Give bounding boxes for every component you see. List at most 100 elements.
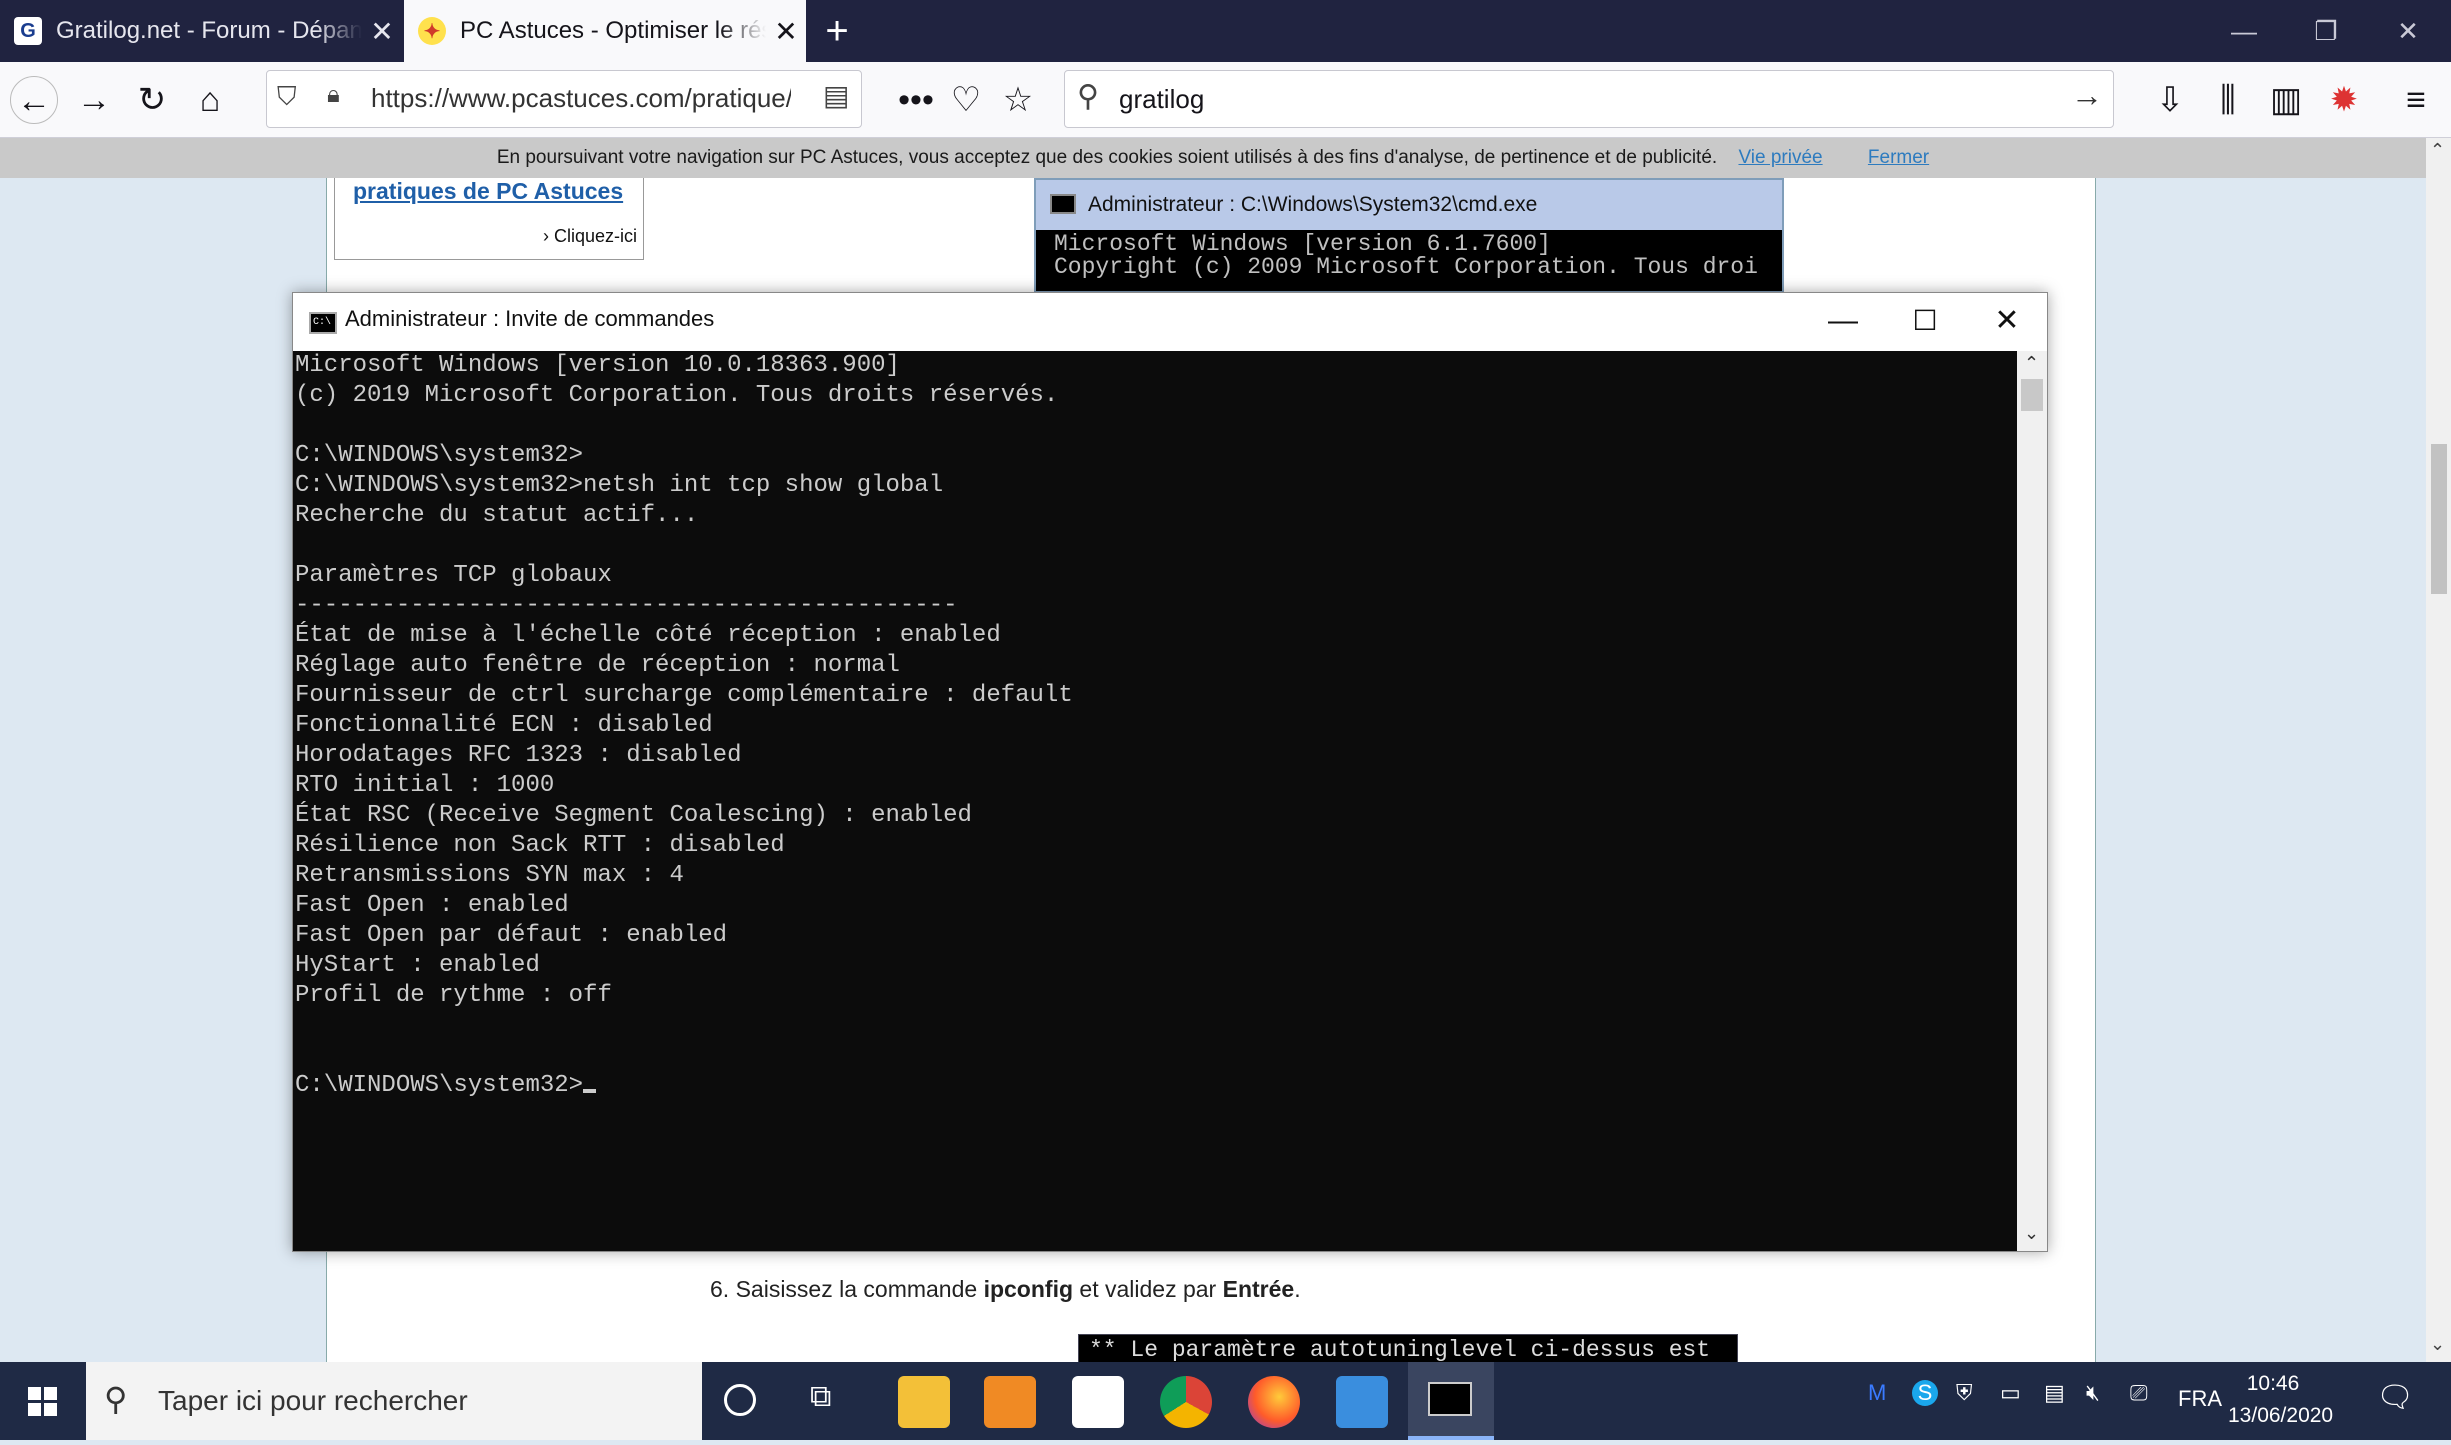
command-prompt-window[interactable]: C:\ Administrateur : Invite de commandes… bbox=[292, 292, 2048, 1252]
note-screenshot: ** Le paramètre autotuninglevel ci-dessu… bbox=[1078, 1334, 1738, 1364]
page-scroll-thumb[interactable] bbox=[2431, 444, 2447, 594]
back-icon[interactable]: ← bbox=[10, 76, 58, 124]
taskbar-search-input[interactable]: Taper ici pour rechercher bbox=[158, 1385, 468, 1417]
step-text: . bbox=[1294, 1276, 1301, 1302]
firefox-icon[interactable] bbox=[1248, 1376, 1300, 1428]
cmd-icon: C:\ bbox=[309, 312, 337, 334]
maximize-icon[interactable]: ☐ bbox=[1885, 293, 1965, 349]
tab-title: Gratilog.net - Forum - Dépanna bbox=[56, 17, 362, 44]
task-view-icon[interactable]: ⧉ bbox=[810, 1380, 831, 1414]
cortana-icon[interactable] bbox=[724, 1384, 756, 1416]
page-scrollbar[interactable]: ⌃ ⌄ bbox=[2426, 138, 2451, 1362]
pocket-icon[interactable]: ♡ bbox=[942, 76, 990, 124]
note-text: ** Le paramètre autotuninglevel ci-dessu… bbox=[1089, 1337, 1711, 1363]
network-icon[interactable]: ⎚ bbox=[2130, 1380, 2148, 1406]
go-arrow-icon[interactable]: → bbox=[2071, 77, 2103, 114]
start-button[interactable] bbox=[0, 1362, 86, 1440]
tab-gratilog[interactable]: G Gratilog.net - Forum - Dépanna ✕ bbox=[0, 0, 402, 62]
scroll-down-icon[interactable]: ⌄ bbox=[2024, 1223, 2039, 1244]
close-browser-icon[interactable]: ✕ bbox=[2368, 0, 2448, 62]
page-actions-icon[interactable]: ••• bbox=[892, 76, 940, 124]
read-more-label: Cliquez-ici bbox=[553, 226, 637, 246]
clock[interactable]: 10:46 13/06/2020 bbox=[2228, 1368, 2334, 1432]
volume-muted-icon[interactable]: 🔇︎ bbox=[2086, 1380, 2100, 1406]
step-key: Entrée bbox=[1222, 1276, 1295, 1302]
minimize-icon[interactable]: — bbox=[1803, 293, 1883, 349]
close-tab-icon[interactable]: ✕ bbox=[362, 15, 402, 48]
promo-box: pratiques de PC Astuces › Cliquez-ici bbox=[334, 178, 644, 260]
forward-icon[interactable]: → bbox=[70, 76, 118, 124]
gratilog-favicon-icon: G bbox=[14, 17, 42, 45]
notifications-icon[interactable]: 🗨︎ bbox=[2376, 1380, 2414, 1415]
console-scroll-thumb[interactable] bbox=[2021, 379, 2043, 411]
clock-date: 13/06/2020 bbox=[2228, 1404, 2334, 1427]
taskbar: ⚲ Taper ici pour rechercher ⧉ M S ⛨ ▭ ▤ … bbox=[0, 1362, 2451, 1440]
store-icon[interactable] bbox=[1072, 1376, 1124, 1428]
tab-title: PC Astuces - Optimiser le résea bbox=[460, 17, 766, 44]
shield-icon[interactable]: ⛉ bbox=[277, 81, 297, 113]
search-bar[interactable]: ⚲ gratilog → bbox=[1064, 70, 2114, 128]
navigation-toolbar: ← → ↻ ⌂ ⛉ 🔒︎ https://www.pcastuces.com/p… bbox=[0, 62, 2451, 138]
taskbar-search[interactable]: ⚲ Taper ici pour rechercher bbox=[86, 1362, 702, 1440]
close-cookie-link[interactable]: Fermer bbox=[1868, 147, 1929, 168]
close-tab-icon[interactable]: ✕ bbox=[766, 15, 806, 48]
search-input[interactable]: gratilog bbox=[1119, 84, 1204, 115]
new-tab-icon[interactable]: + bbox=[812, 6, 862, 56]
promo-link[interactable]: pratiques de PC Astuces bbox=[353, 178, 623, 205]
pcastuces-favicon-icon: ✦ bbox=[418, 17, 446, 45]
close-icon[interactable]: ✕ bbox=[1967, 293, 2047, 349]
cmd-icon bbox=[1428, 1382, 1472, 1416]
console-scrollbar[interactable]: ⌃ ⌄ bbox=[2017, 351, 2047, 1251]
step-text: 6. Saisissez la commande bbox=[710, 1276, 984, 1302]
defender-icon[interactable]: ⛨ bbox=[1956, 1380, 1973, 1406]
windows-logo-icon bbox=[28, 1387, 57, 1416]
file-explorer-icon[interactable] bbox=[898, 1376, 950, 1428]
minimize-browser-icon[interactable]: — bbox=[2204, 0, 2284, 62]
restore-browser-icon[interactable]: ❐ bbox=[2286, 0, 2366, 62]
chevron-right-icon: › bbox=[542, 226, 554, 246]
text-cursor bbox=[583, 1089, 597, 1093]
reader-view-icon[interactable]: ▤ bbox=[823, 79, 849, 112]
home-icon[interactable]: ⌂ bbox=[186, 76, 234, 124]
screenshot-console-text: Microsoft Windows [version 6.1.7600] Cop… bbox=[1054, 231, 1758, 280]
app-icon[interactable] bbox=[1336, 1376, 1388, 1428]
chrome-icon[interactable] bbox=[1160, 1376, 1212, 1428]
menu-icon[interactable]: ≡ bbox=[2392, 76, 2440, 124]
network-device-icon[interactable]: ▭ bbox=[2000, 1380, 2021, 1406]
address-bar[interactable]: ⛉ 🔒︎ https://www.pcastuces.com/pratique/… bbox=[266, 70, 862, 128]
mail-icon[interactable]: M bbox=[1868, 1380, 1886, 1406]
sidebar-icon[interactable]: ▥ bbox=[2262, 76, 2310, 124]
scroll-up-icon[interactable]: ⌃ bbox=[2430, 140, 2445, 161]
taskbar-cmd-button[interactable] bbox=[1408, 1362, 1494, 1440]
clock-time: 10:46 bbox=[2246, 1372, 2300, 1395]
console-area[interactable]: Microsoft Windows [version 10.0.18363.90… bbox=[293, 351, 2017, 1251]
article-screenshot: Administrateur : C:\Windows\System32\cmd… bbox=[1034, 178, 1784, 293]
reload-icon[interactable]: ↻ bbox=[128, 76, 176, 124]
scroll-up-icon[interactable]: ⌃ bbox=[2024, 353, 2039, 374]
privacy-link[interactable]: Vie privée bbox=[1738, 147, 1822, 168]
read-more-link[interactable]: › Cliquez-ici bbox=[543, 226, 637, 247]
url-text[interactable]: https://www.pcastuces.com/pratique/wir bbox=[371, 83, 791, 114]
library-icon[interactable]: ⫼ bbox=[2204, 76, 2252, 124]
search-icon: ⚲ bbox=[1077, 80, 1099, 113]
cookie-text: En poursuivant votre navigation sur PC A… bbox=[496, 147, 1718, 168]
battery-icon[interactable]: ▤ bbox=[2044, 1380, 2065, 1406]
step-command: ipconfig bbox=[983, 1276, 1074, 1302]
console-output: Microsoft Windows [version 10.0.18363.90… bbox=[295, 352, 1073, 1099]
tab-bar: G Gratilog.net - Forum - Dépanna ✕ ✦ PC … bbox=[0, 0, 2451, 62]
search-icon: ⚲ bbox=[104, 1381, 128, 1417]
bookmark-star-icon[interactable]: ☆ bbox=[994, 76, 1042, 124]
step-6-text: 6. Saisissez la commande ipconfig et val… bbox=[710, 1276, 1301, 1303]
window-title: Administrateur : Invite de commandes bbox=[345, 306, 715, 331]
media-app-icon[interactable] bbox=[984, 1376, 1036, 1428]
extension-icon[interactable]: ✹ bbox=[2320, 76, 2368, 124]
skype-icon[interactable]: S bbox=[1912, 1380, 1938, 1406]
downloads-icon[interactable]: ⇩ bbox=[2146, 76, 2194, 124]
cmd-icon bbox=[1050, 194, 1076, 214]
screenshot-title: Administrateur : C:\Windows\System32\cmd… bbox=[1036, 180, 1782, 230]
language-indicator[interactable]: FRA bbox=[2178, 1386, 2222, 1412]
lock-icon: 🔒︎ bbox=[327, 81, 340, 108]
scroll-down-icon[interactable]: ⌄ bbox=[2430, 1334, 2445, 1355]
tab-pcastuces[interactable]: ✦ PC Astuces - Optimiser le résea ✕ bbox=[404, 0, 806, 62]
step-text: et validez par bbox=[1073, 1276, 1223, 1302]
